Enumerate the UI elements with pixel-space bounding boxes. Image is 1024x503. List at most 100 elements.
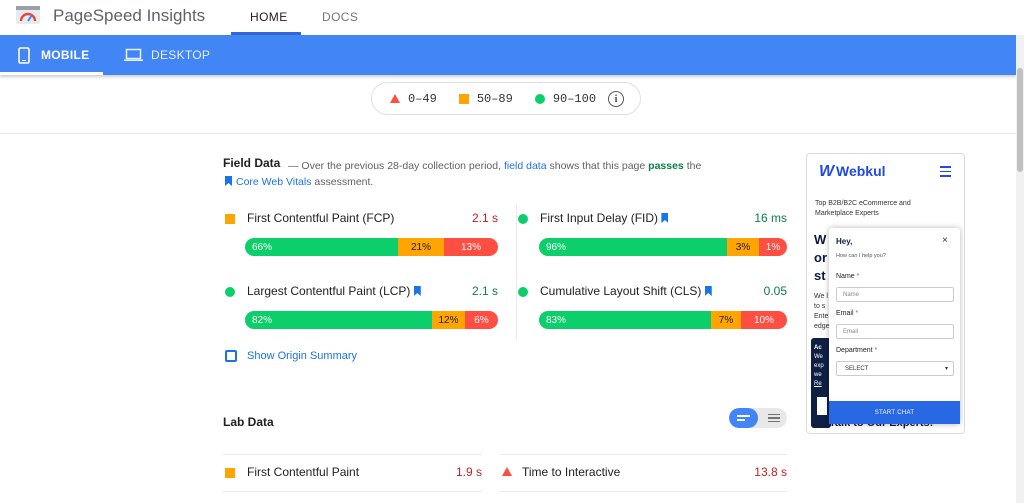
lab-divider: [499, 491, 787, 492]
pagespeed-logo-icon: [16, 6, 40, 24]
cwv-suffix: assessment.: [314, 176, 374, 188]
tab-docs[interactable]: DOCS: [322, 10, 358, 24]
info-icon[interactable]: i: [608, 90, 625, 107]
bar-average: 3%: [727, 238, 759, 256]
hero-line: W: [814, 232, 827, 247]
score-legend: 0–49 50–89 90–100 i: [371, 82, 641, 115]
view-toggle[interactable]: [729, 408, 787, 428]
metric-fcp: First Contentful Paint (FCP) 2.1 s: [225, 211, 498, 227]
required-mark: *: [855, 310, 859, 317]
chat-department-select: SELECT ▾: [836, 361, 954, 376]
circle-icon: [225, 287, 235, 297]
chat-email-field: Email: [836, 324, 954, 339]
phone-icon: [18, 46, 30, 64]
bookmark-icon: [225, 176, 232, 186]
bookmark-icon: [704, 286, 712, 296]
bookmark-icon: [661, 213, 669, 223]
field-data-title: Field Data: [223, 156, 281, 170]
bar-good: 66%: [245, 238, 398, 256]
bar-average: 21%: [398, 238, 444, 256]
triangle-icon: [390, 94, 400, 103]
chat-greeting: Hey,: [836, 237, 853, 246]
required-mark: *: [874, 347, 878, 354]
dark-line: Ac: [814, 345, 822, 351]
dept-label-text: Department: [836, 347, 873, 354]
bar-average: 12%: [432, 311, 465, 329]
chat-name-field: Name: [836, 287, 954, 302]
bar-good: 82%: [245, 311, 432, 329]
square-icon: [225, 468, 235, 478]
metric-label: Time to Interactive: [522, 465, 621, 479]
square-icon: [458, 93, 469, 104]
webkul-header: W Webkul: [807, 154, 964, 190]
dark-line: We: [814, 354, 823, 360]
hamburger-menu-icon: [940, 166, 951, 180]
tab-home[interactable]: HOME: [250, 10, 288, 24]
desc-prefix: — Over the previous 28-day collection pe…: [288, 160, 502, 172]
detail-view-button[interactable]: [760, 408, 787, 428]
distribution-bar-cls: 83% 7% 10%: [539, 311, 787, 329]
circle-icon: [534, 93, 545, 104]
bar-poor: 1%: [759, 238, 787, 256]
scrollbar-thumb[interactable]: [1017, 68, 1023, 172]
lab-metric-fcp: First Contentful Paint 1.9 s: [225, 465, 482, 481]
assessment-status: passes: [648, 160, 684, 172]
close-icon: ×: [942, 235, 948, 246]
legend-poor: 0–49: [390, 92, 437, 106]
device-tab-bar: MOBILE DESKTOP: [0, 35, 1016, 75]
webkul-dark-card-button: [817, 397, 827, 415]
dark-line: Re: [814, 381, 822, 387]
legend-good: 90–100: [534, 91, 597, 106]
metric-cls: Cumulative Layout Shift (CLS) 0.05: [518, 284, 787, 300]
metric-label: Cumulative Layout Shift (CLS): [540, 284, 716, 298]
metrics-column-divider: [516, 205, 517, 340]
webkul-brand: Webkul: [836, 163, 886, 179]
lab-data-title: Lab Data: [223, 415, 274, 429]
origin-summary-checkbox[interactable]: [225, 350, 237, 362]
chat-email-label: Email *: [836, 310, 858, 317]
lab-divider: [499, 454, 787, 455]
field-data-description: — Over the previous 28-day collection pe…: [288, 157, 748, 176]
lab-metric-tti: Time to Interactive 13.8 s: [502, 465, 787, 481]
tab-desktop[interactable]: DESKTOP: [124, 35, 210, 75]
dark-line: we: [814, 372, 822, 378]
metric-label: First Contentful Paint (FCP): [247, 211, 395, 225]
metric-fid: First Input Delay (FID) 16 ms: [518, 211, 787, 227]
origin-summary-label: Show Origin Summary: [247, 350, 358, 362]
square-icon: [225, 214, 235, 224]
hero-line: st: [814, 268, 826, 283]
circle-icon: [518, 214, 528, 224]
bar-poor: 13%: [444, 238, 498, 256]
metric-value: 16 ms: [754, 211, 787, 225]
email-label-text: Email: [836, 310, 854, 317]
hero-line: or: [814, 250, 827, 265]
legend-average-range: 50–89: [476, 91, 513, 106]
cwv-line: Core Web Vitals assessment.: [225, 176, 373, 188]
metric-value: 2.1 s: [471, 284, 498, 298]
bar-poor: 10%: [741, 311, 787, 329]
tab-mobile-label: MOBILE: [41, 48, 90, 62]
metric-label-text: Largest Contentful Paint (LCP): [247, 284, 411, 298]
page-screenshot-thumbnail: W Webkul Top B2B/B2C eCommerce and Marke…: [806, 153, 965, 434]
show-origin-summary[interactable]: Show Origin Summary: [225, 350, 357, 362]
webkul-logo: W Webkul: [819, 163, 886, 180]
metric-value: 2.1 s: [471, 211, 498, 225]
field-data-link[interactable]: field data: [504, 160, 547, 172]
lab-divider: [223, 491, 482, 492]
desc-mid: shows that this page: [549, 160, 646, 172]
cwv-link[interactable]: Core Web Vitals: [236, 176, 311, 188]
bar-good: 83%: [539, 311, 711, 329]
distribution-bar-fid: 96% 3% 1%: [539, 238, 787, 256]
chat-department-label: Department *: [836, 347, 877, 354]
metric-value: 0.05: [763, 284, 787, 298]
laptop-icon: [124, 48, 143, 61]
tab-mobile[interactable]: MOBILE: [18, 35, 89, 75]
chat-help-text: How can I help you?: [836, 253, 886, 259]
bookmark-icon: [413, 286, 421, 296]
legend-good-range: 90–100: [552, 91, 597, 106]
lab-divider: [223, 454, 482, 455]
list-view-button[interactable]: [729, 408, 758, 428]
metric-label: First Contentful Paint: [247, 465, 360, 479]
start-chat-button: START CHAT: [829, 401, 960, 424]
bar-poor: 6%: [465, 311, 498, 329]
